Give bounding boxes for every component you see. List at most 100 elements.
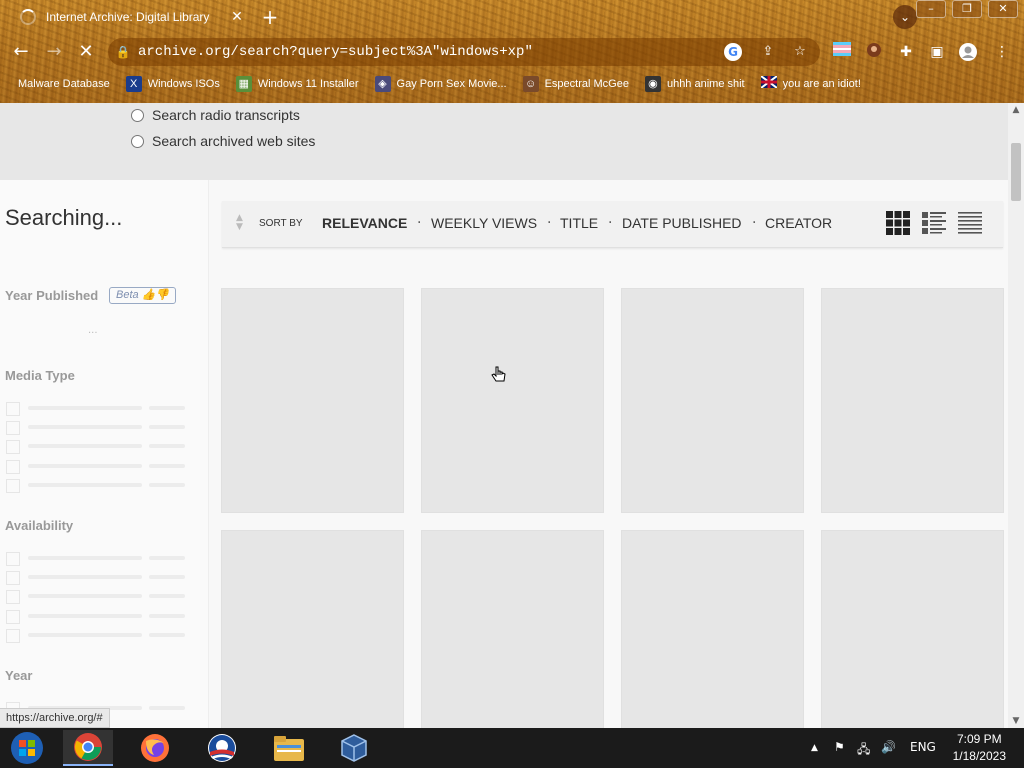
tray-chevron-icon[interactable]: ▲ — [811, 743, 818, 753]
bookmark-label: Gay Porn Sex Movie... — [396, 78, 507, 90]
facet-heading-year-published: Year Published — [5, 288, 99, 303]
network-icon[interactable]: 🖧 — [857, 740, 870, 761]
result-tile-placeholder[interactable] — [421, 288, 604, 513]
close-window-button[interactable]: ✕ — [988, 0, 1018, 18]
radio-label: Search archived web sites — [152, 133, 316, 149]
list-compact-view-icon[interactable] — [957, 210, 983, 236]
sort-separator: · — [608, 215, 613, 231]
facet-skeleton-row — [6, 590, 186, 604]
stop-loading-button[interactable]: ✕ — [75, 41, 97, 63]
result-tile-placeholder[interactable] — [221, 530, 404, 728]
bookmark-label: Espectral McGee — [544, 78, 629, 90]
forward-button[interactable]: → — [43, 41, 65, 63]
extension-flag-icon[interactable] — [832, 42, 852, 62]
search-options-panel: Search radio transcripts Search archived… — [0, 103, 1008, 180]
bookmark-label: uhhh anime shit — [666, 78, 745, 90]
side-panel-icon[interactable]: ▣ — [927, 42, 947, 62]
language-indicator[interactable]: ENG — [910, 740, 936, 754]
tab-search-icon[interactable]: ⌄ — [893, 5, 917, 29]
volume-icon[interactable]: 🔊 — [881, 740, 896, 754]
beta-label: Beta — [116, 289, 139, 301]
radio-button[interactable] — [131, 108, 144, 122]
facet-skeleton-row — [6, 421, 186, 435]
start-button[interactable] — [2, 730, 52, 766]
facet-heading-media-type: Media Type — [5, 368, 75, 383]
radio-label: Search radio transcripts — [152, 107, 300, 123]
sort-option-creator[interactable]: CREATOR — [765, 215, 832, 231]
grid-view-icon[interactable] — [885, 210, 911, 236]
bookmark-label: you are an idiot! — [782, 78, 861, 90]
placeholder-dots: ... — [88, 325, 98, 336]
status-url-bubble: https://archive.org/# — [0, 708, 110, 728]
minimize-button[interactable]: – — [916, 0, 946, 18]
facet-skeleton-row — [6, 571, 186, 585]
facets-sidebar: Searching... Year Published Beta 👍👎 ... … — [0, 180, 209, 728]
radio-option[interactable]: Search archived web sites — [131, 133, 315, 149]
sort-separator: · — [417, 215, 422, 231]
bookmark-item[interactable]: ☺ Espectral McGee — [522, 76, 629, 92]
bookmark-item[interactable]: ◈ Gay Porn Sex Movie... — [374, 76, 507, 92]
radio-option[interactable]: Search radio transcripts — [131, 107, 300, 123]
sort-direction-icon[interactable]: ▲ ▼ — [236, 214, 243, 232]
bookmark-item[interactable]: ◉ uhhh anime shit — [644, 76, 745, 92]
lock-icon[interactable]: 🔒 — [108, 45, 138, 59]
clock-date: 1/18/2023 — [952, 749, 1006, 763]
taskbar: ▲ ⚑ 🖧 🔊 ENG 7:09 PM 1/18/2023 — [0, 728, 1024, 768]
facet-skeleton-row — [6, 460, 186, 474]
new-tab-button[interactable]: + — [259, 4, 281, 30]
scrollbar-thumb[interactable] — [1011, 143, 1021, 201]
vertical-scrollbar[interactable]: ▲ ▼ — [1008, 103, 1024, 728]
bookmark-item[interactable]: Malware Database — [18, 78, 110, 90]
chrome-taskbar-icon[interactable] — [63, 730, 113, 766]
sort-option-date-published[interactable]: DATE PUBLISHED — [622, 215, 742, 231]
virtualbox-taskbar-icon[interactable] — [329, 730, 379, 766]
file-explorer-taskbar-icon[interactable] — [264, 730, 314, 766]
result-tile-placeholder[interactable] — [621, 288, 804, 513]
result-tile-placeholder[interactable] — [821, 288, 1004, 513]
bookmark-item[interactable]: X Windows ISOs — [125, 76, 220, 92]
extension-avatar-icon[interactable] — [864, 42, 884, 62]
hand-cursor-icon — [490, 366, 508, 388]
address-url[interactable]: archive.org/search?query=subject%3A"wind… — [138, 44, 724, 60]
scroll-down-icon[interactable]: ▼ — [1008, 714, 1024, 728]
taskbar-clock[interactable]: 7:09 PM 1/18/2023 — [953, 731, 1006, 765]
result-tile-placeholder[interactable] — [421, 530, 604, 728]
maximize-button[interactable]: ❐ — [952, 0, 982, 18]
result-tile-placeholder[interactable] — [821, 530, 1004, 728]
bookmark-label: Windows ISOs — [147, 78, 220, 90]
window-controls: – ❐ ✕ — [916, 0, 1024, 18]
profile-icon[interactable] — [958, 42, 978, 62]
sort-option-relevance[interactable]: RELEVANCE — [322, 215, 407, 231]
facet-skeleton-row — [6, 440, 186, 454]
sort-option-weekly-views[interactable]: WEEKLY VIEWS — [431, 215, 537, 231]
extensions-puzzle-icon[interactable]: ✚ — [896, 42, 916, 62]
facet-skeleton-row — [6, 552, 186, 566]
share-icon[interactable]: ⇪ — [756, 40, 780, 64]
bookmark-item[interactable]: you are an idiot! — [760, 75, 861, 92]
obama-logo-taskbar-icon[interactable] — [197, 730, 247, 766]
radio-button[interactable] — [131, 134, 144, 148]
menu-kebab-icon[interactable]: ⋮ — [992, 42, 1012, 62]
face-icon: ☺ — [522, 76, 539, 92]
result-tile-placeholder[interactable] — [221, 288, 404, 513]
scroll-up-icon[interactable]: ▲ — [1008, 103, 1024, 117]
facet-skeleton-row — [6, 479, 186, 493]
search-status: Searching... — [5, 205, 123, 230]
google-icon[interactable]: G — [724, 43, 742, 61]
firefox-taskbar-icon[interactable] — [130, 730, 180, 766]
list-detail-view-icon[interactable] — [921, 210, 947, 236]
sort-option-title[interactable]: TITLE — [560, 215, 598, 231]
facet-heading-year: Year — [5, 668, 33, 683]
back-button[interactable]: ← — [10, 41, 32, 63]
page-content: Search radio transcripts Search archived… — [0, 103, 1008, 728]
address-bar[interactable]: 🔒 archive.org/search?query=subject%3A"wi… — [108, 38, 820, 66]
x-icon: X — [125, 76, 142, 92]
beta-badge[interactable]: Beta 👍👎 — [109, 287, 177, 304]
bookmark-star-icon[interactable]: ☆ — [788, 40, 812, 64]
bookmark-item[interactable]: ▦ Windows 11 Installer — [235, 76, 359, 92]
action-center-flag-icon[interactable]: ⚑ — [834, 740, 845, 754]
flag-icon — [760, 75, 778, 92]
result-tile-placeholder[interactable] — [621, 530, 804, 728]
browser-tab[interactable]: Internet Archive: Digital Library ✕ — [14, 4, 246, 30]
close-tab-icon[interactable]: ✕ — [228, 9, 246, 25]
